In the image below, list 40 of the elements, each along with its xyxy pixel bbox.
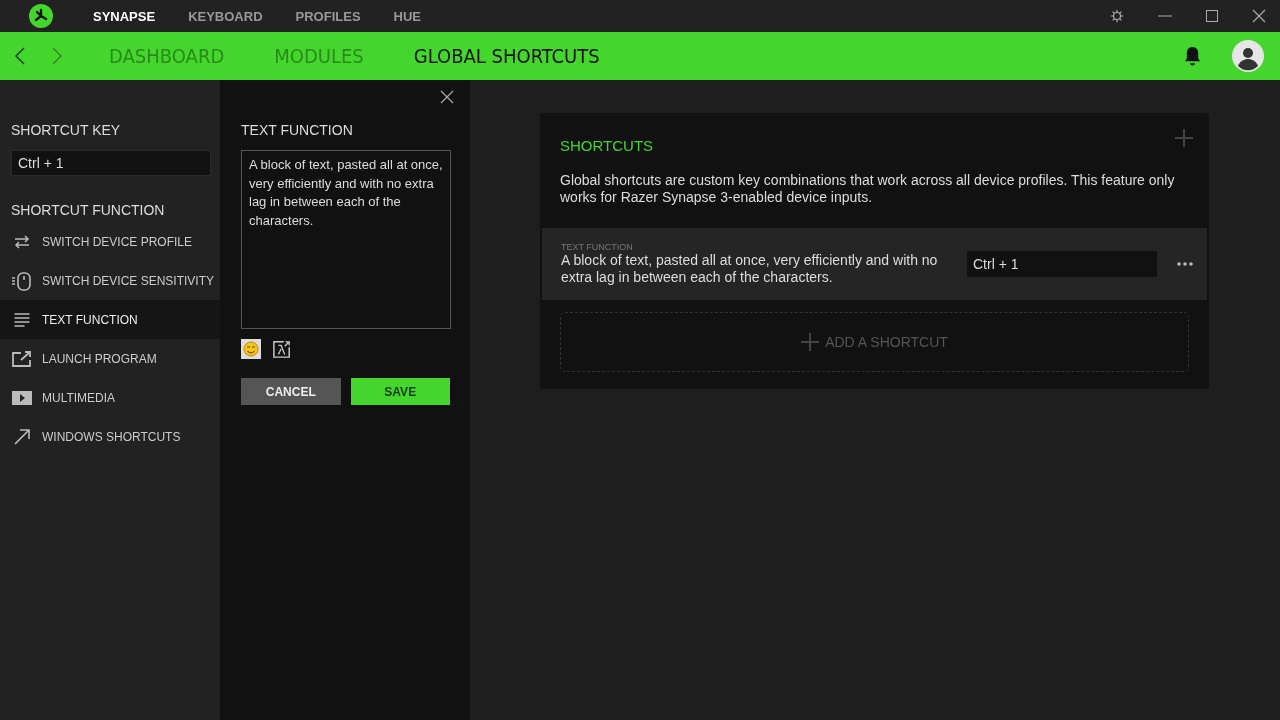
function-item[interactable]: TEXT FUNCTION <box>0 300 220 339</box>
plus-icon <box>801 333 820 351</box>
maximize-icon[interactable] <box>1206 10 1218 22</box>
nav-tab[interactable]: GLOBAL SHORTCUTS <box>413 44 600 68</box>
avatar-icon[interactable] <box>1232 40 1264 72</box>
function-item[interactable]: WINDOWS SHORTCUTS <box>0 417 220 456</box>
text-input-field[interactable]: A block of text, pasted all at once, very efficiently and with no extra lag in between each of the characters. <box>241 150 451 329</box>
shortcut-key-field[interactable]: Ctrl + 1 <box>967 251 1157 277</box>
card-title: SHORTCUTS <box>560 137 654 154</box>
section-heading: TEXT FUNCTION <box>241 122 354 138</box>
shortcut-text: A block of text, pasted all at once, very efficiently and with no extra lag in between each of the characters. <box>561 252 939 286</box>
section-heading: SHORTCUT FUNCTION <box>10 202 166 218</box>
play-icon <box>12 390 32 405</box>
function-item[interactable]: LAUNCH PROGRAM <box>0 339 220 378</box>
logo-icon[interactable] <box>29 4 53 28</box>
shortcut-type: TEXT FUNCTION <box>561 242 634 252</box>
diagonal-arrow-icon <box>12 428 32 445</box>
section-heading: SHORTCUT KEY <box>10 122 122 138</box>
function-item[interactable]: SWITCH DEVICE SENSITIVITY <box>0 261 220 300</box>
close-icon[interactable] <box>440 90 454 104</box>
shortcut-row[interactable]: TEXT FUNCTION A block of text, pasted all at once, very efficiently and with no extra lag in between each of the characters. Ctrl + 1 <box>542 228 1207 300</box>
more-icon[interactable] <box>1177 262 1193 266</box>
lambda-icon[interactable] <box>273 340 291 358</box>
text-lines-icon <box>12 312 32 327</box>
shortcut-key-field[interactable]: Ctrl + 1 <box>11 150 211 176</box>
cancel-button[interactable]: CANCEL <box>241 378 341 405</box>
settings-icon[interactable] <box>1110 9 1124 23</box>
swap-arrows-icon <box>12 234 32 249</box>
function-item[interactable]: SWITCH DEVICE PROFILE <box>0 222 220 261</box>
bell-icon[interactable] <box>1183 45 1202 67</box>
save-button[interactable]: SAVE <box>350 378 450 405</box>
launch-window-icon <box>12 350 32 367</box>
mouse-icon <box>12 270 32 291</box>
card-description: Global shortcuts are custom key combinations that work across all device profiles. This feature only works for Razer Synapse 3-enabled device inputs. <box>560 172 1176 206</box>
function-item[interactable]: MULTIMEDIA <box>0 378 220 417</box>
top-tab[interactable]: HUE <box>393 8 421 24</box>
top-tab[interactable]: SYNAPSE <box>93 8 156 24</box>
close-icon[interactable] <box>1252 9 1266 23</box>
top-tab[interactable]: PROFILES <box>295 8 361 24</box>
top-tab[interactable]: KEYBOARD <box>188 8 263 24</box>
